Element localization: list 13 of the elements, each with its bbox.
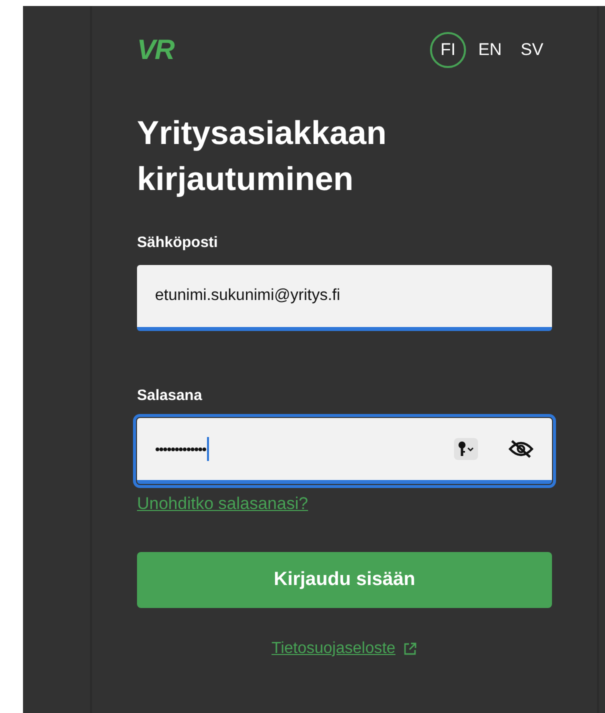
language-option[interactable]: FI	[430, 32, 466, 68]
logo: VR	[137, 34, 174, 66]
page-title: Yritysasiakkaan kirjautuminen	[137, 113, 388, 199]
external-link-icon	[403, 642, 418, 656]
key-icon[interactable]	[454, 438, 478, 460]
hide-password-icon[interactable]	[508, 439, 534, 459]
language-option[interactable]: SV	[514, 32, 550, 68]
field-label: Salasana	[137, 387, 202, 404]
input-field[interactable]: etunimi.sukunimi@yritys.fi	[137, 265, 552, 331]
forgot-password-link[interactable]: Unohditko salasanasi?	[137, 494, 308, 514]
language-option[interactable]: EN	[472, 32, 508, 68]
privacy-policy-link[interactable]: Tietosuojaseloste	[272, 640, 396, 658]
field-label: Sähköposti	[137, 234, 218, 251]
